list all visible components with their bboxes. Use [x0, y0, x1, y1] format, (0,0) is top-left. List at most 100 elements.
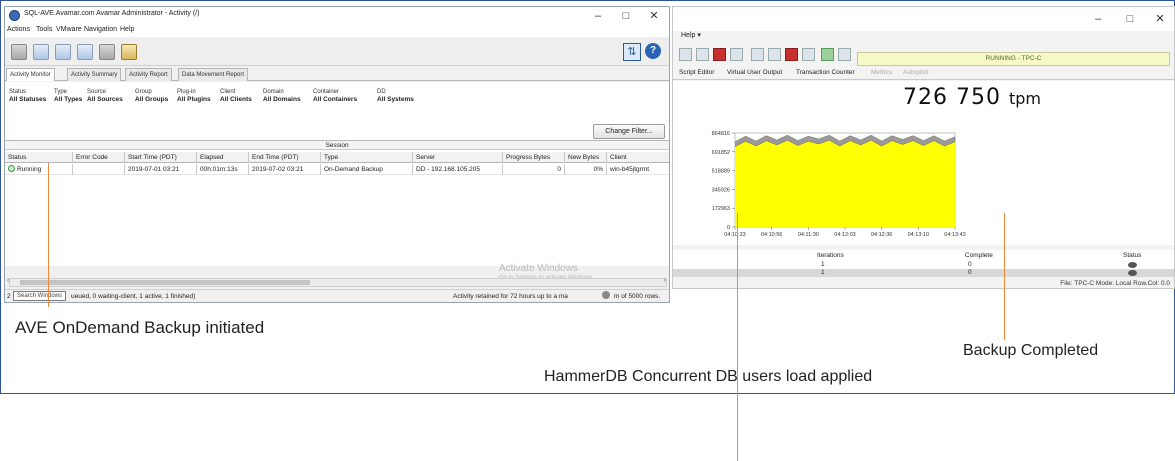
- tab-data-movement-report[interactable]: Data Movement Report: [178, 68, 249, 81]
- cell-progress-bytes: 0: [503, 164, 565, 175]
- session-group-header: Session: [5, 141, 669, 150]
- hdb-menu-help[interactable]: Help ▾: [681, 31, 701, 39]
- x-tick-label: 04:11:30: [798, 232, 819, 238]
- tab-activity-monitor[interactable]: Activity Monitor: [6, 68, 55, 81]
- table-header-row: Status Error Code Start Time (PDT) Elaps…: [5, 152, 669, 163]
- cell-server: DD - 192.168.105.205: [413, 164, 503, 175]
- tpm-unit: tpm: [1008, 89, 1041, 108]
- menu-help[interactable]: Help: [120, 26, 134, 33]
- x-tick-label: 04:12:36: [871, 232, 892, 238]
- toolbar-monitor-icon[interactable]: [55, 44, 71, 60]
- toolbar-report-icon[interactable]: [77, 44, 93, 60]
- y-tick-label: 0: [727, 225, 730, 231]
- annotation-backup-initiated: AVE OnDemand Backup initiated: [15, 318, 265, 337]
- filter-label-group: Group: [135, 89, 152, 95]
- hdb-tool-clock-icon[interactable]: [802, 48, 815, 61]
- virtual-user-table: Iterations Complete Status 1 0 1 0: [673, 250, 1174, 277]
- toolbar-tree-icon[interactable]: [33, 44, 49, 60]
- col-new-bytes[interactable]: New Bytes: [565, 152, 607, 163]
- cell-start-time: 2019-07-01 03:21: [125, 164, 197, 175]
- hdb-tool-users-icon[interactable]: [751, 48, 764, 61]
- annotation-line-right: [1004, 213, 1005, 340]
- x-tick-label: 04:12:03: [834, 232, 855, 238]
- toolbar-grid-icon[interactable]: [11, 44, 27, 60]
- col-type[interactable]: Type: [321, 152, 413, 163]
- maximize-button[interactable]: □: [613, 9, 639, 23]
- toolbar-settings-icon[interactable]: [99, 44, 115, 60]
- cell-end-time: 2019-07-02 03:21: [249, 164, 321, 175]
- hdb-tool-run-icon[interactable]: [768, 48, 781, 61]
- status-left-prefix: 2: [7, 293, 11, 300]
- toolbar-folder-icon[interactable]: [121, 44, 137, 60]
- tab-autopilot[interactable]: Autopilot: [903, 69, 928, 76]
- col-start-time[interactable]: Start Time (PDT): [125, 152, 197, 163]
- annotation-backup-completed: Backup Completed: [963, 342, 1099, 359]
- x-tick-label: 04:13:43: [944, 232, 965, 238]
- cell-elapsed: 00h:01m:13s: [197, 164, 249, 175]
- col-elapsed[interactable]: Elapsed: [197, 152, 249, 163]
- scroll-left-icon[interactable]: ‹: [7, 277, 9, 284]
- filter-value-type: All Types: [54, 96, 83, 103]
- tab-script-editor[interactable]: Script Editor: [679, 69, 714, 76]
- col-error-code[interactable]: Error Code: [73, 152, 125, 163]
- search-windows-tooltip: Search Windows: [13, 291, 67, 301]
- filter-value-status: All Statuses: [9, 96, 47, 103]
- cell-status: Running: [5, 164, 73, 175]
- tpm-readout: 726 750 tpm: [903, 85, 1041, 110]
- scrollbar-thumb[interactable]: [20, 280, 310, 285]
- horizontal-scrollbar[interactable]: ‹ ›: [7, 277, 667, 287]
- refresh-icon[interactable]: ⇅: [623, 43, 641, 61]
- filter-value-source: All Sources: [87, 96, 123, 103]
- status-left-text: ueued, 0 waiting-client, 1 active, 1 fin…: [71, 293, 196, 300]
- hammerdb-status-bar: File: TPC-C Mode: Local Row.Col: 0.0: [673, 278, 1174, 288]
- vu-status-eye-icon-2: [1128, 270, 1137, 276]
- close-button[interactable]: ✕: [641, 9, 667, 23]
- tab-metrics[interactable]: Metrics: [871, 69, 892, 76]
- tab-virtual-user-output[interactable]: Virtual User Output: [727, 69, 782, 76]
- tab-transaction-counter[interactable]: Transaction Counter: [796, 69, 855, 76]
- col-server[interactable]: Server: [413, 152, 503, 163]
- hdb-tool-destroy-icon[interactable]: [785, 48, 798, 61]
- hdb-tool-benchmark-icon[interactable]: [679, 48, 692, 61]
- avamar-app-icon: [9, 10, 20, 21]
- menu-tools[interactable]: Tools: [36, 26, 52, 33]
- cell-client: win-b45jtgrmt: [607, 164, 669, 175]
- hdb-minimize-button[interactable]: –: [1085, 12, 1111, 26]
- tab-activity-report[interactable]: Activity Report: [125, 68, 172, 81]
- transaction-counter-chart: 0 172963 345926 518889 691852 864816 04:10:23 0…: [712, 131, 966, 238]
- col-end-time[interactable]: End Time (PDT): [249, 152, 321, 163]
- menu-actions[interactable]: Actions: [7, 26, 30, 33]
- hdb-maximize-button[interactable]: □: [1117, 12, 1143, 26]
- avamar-window-title: SQL-AVE.Avamar.com Avamar Administrator …: [24, 10, 200, 17]
- hdb-tool-metrics-icon[interactable]: [838, 48, 851, 61]
- status-right-tail: m of 5000 rows.: [614, 293, 661, 300]
- help-icon[interactable]: ?: [645, 43, 661, 59]
- hammerdb-toolbar: RUNNING - TPC-C: [673, 44, 1174, 66]
- avamar-status-bar: 2 Search Windows ueued, 0 waiting-client…: [5, 289, 669, 302]
- activity-tabs: Activity Monitor Activity Summary Activi…: [5, 68, 669, 81]
- table-row[interactable]: Running 2019-07-01 03:21 00h:01m:13s 201…: [5, 164, 669, 175]
- col-status[interactable]: Status: [5, 152, 73, 163]
- activate-windows-title: Activate Windows: [499, 263, 578, 274]
- change-filter-button[interactable]: Change Filter...: [593, 124, 665, 139]
- minimize-button[interactable]: –: [585, 9, 611, 23]
- col-client[interactable]: Client: [607, 152, 669, 163]
- tab-activity-summary[interactable]: Activity Summary: [67, 68, 122, 81]
- filter-label-dd: DD: [377, 89, 386, 95]
- annotation-load-applied: HammerDB Concurrent DB users load applie…: [544, 368, 873, 385]
- avamar-window: SQL-AVE.Avamar.com Avamar Administrator …: [4, 6, 670, 303]
- col-progress-bytes[interactable]: Progress Bytes: [503, 152, 565, 163]
- hdb-tool-transactions-icon[interactable]: [821, 48, 834, 61]
- menu-vmware[interactable]: VMware: [56, 26, 82, 33]
- hdb-tool-driver-icon[interactable]: [730, 48, 743, 61]
- scroll-right-icon[interactable]: ›: [664, 277, 666, 284]
- y-tick-label: 691852: [712, 150, 730, 156]
- hdb-close-button[interactable]: ✕: [1147, 12, 1173, 26]
- tpm-value: 726 750: [903, 85, 1001, 110]
- table-row-selected[interactable]: [673, 269, 1174, 277]
- hdb-tool-schema-icon[interactable]: [696, 48, 709, 61]
- filter-label-source: Source: [87, 89, 107, 95]
- menu-navigation[interactable]: Navigation: [84, 26, 117, 33]
- hdb-tool-stop-icon[interactable]: [713, 48, 726, 61]
- cell-complete-1: 0: [968, 261, 972, 268]
